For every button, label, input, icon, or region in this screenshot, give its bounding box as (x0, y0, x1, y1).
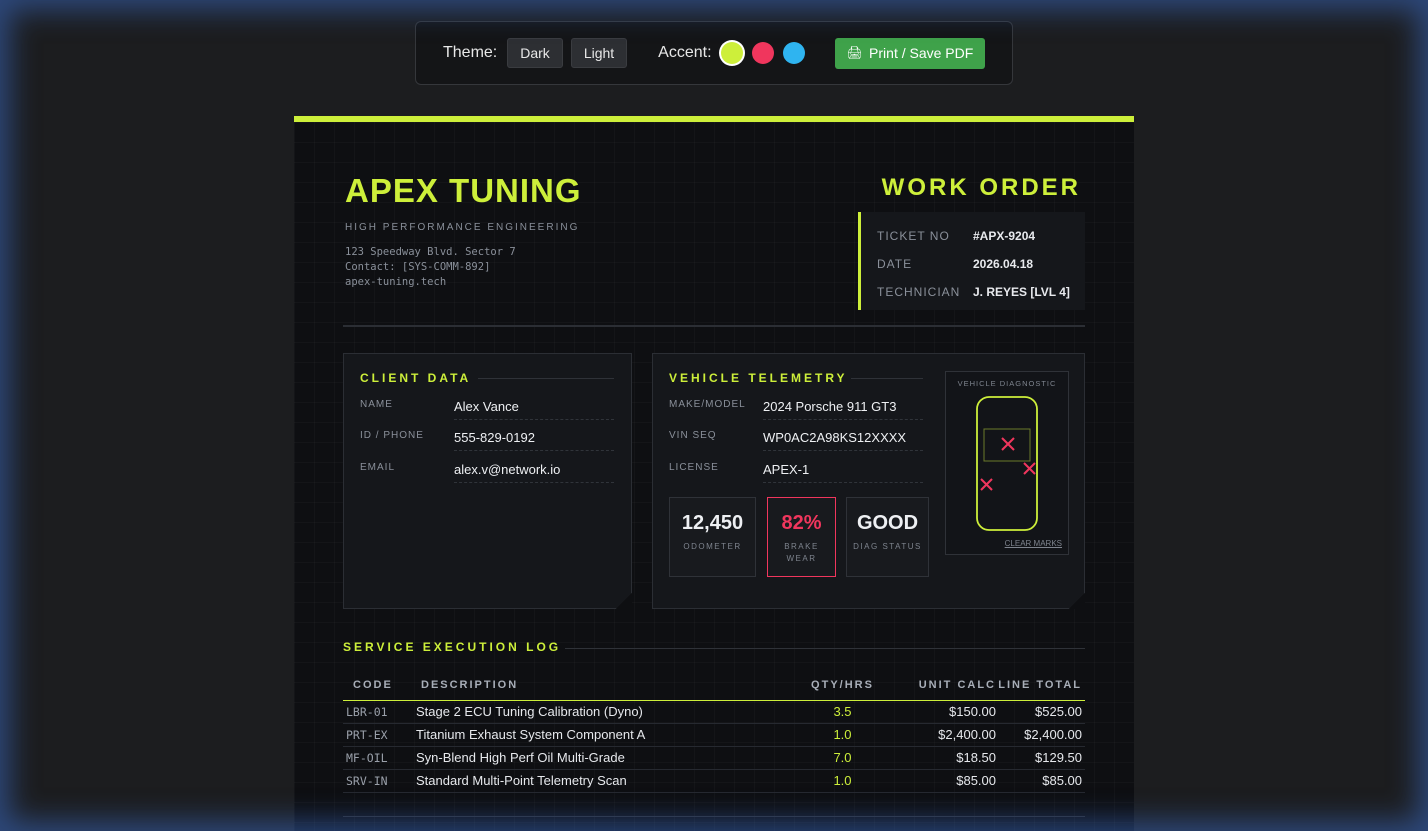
accent-swatch-lime[interactable] (720, 42, 743, 64)
client-phone-label: ID / PHONE (360, 430, 424, 441)
row-unit: $150.00 (899, 700, 996, 724)
row-description: Standard Multi-Point Telemetry Scan (416, 769, 786, 793)
row-description: Titanium Exhaust System Component A (416, 723, 786, 747)
col-total-header: LINE TOTAL (996, 670, 1085, 701)
print-button[interactable]: 🖨 Print / Save PDF (834, 37, 986, 69)
row-code: SRV-IN (343, 769, 416, 793)
license-label: LICENSE (669, 462, 719, 473)
order-meta: TICKET NO #APX-9204 DATE 2026.04.18 TECH… (858, 212, 1085, 310)
vehicle-diagnostic-diagram[interactable]: VEHICLE DIAGNOSTIC CLEAR MARKS (945, 371, 1069, 555)
damage-mark-icon (1023, 462, 1036, 475)
technician-label: TECHNICIAN (877, 285, 961, 299)
ticket-number: #APX-9204 (973, 229, 1036, 243)
footer-divider (343, 816, 1085, 817)
brake-wear-stat: 82% BRAKE WEAR (767, 497, 836, 577)
row-qty: 1.0 (786, 723, 899, 747)
company-contact: Contact: [SYS-COMM-892] (345, 261, 491, 273)
client-email-value[interactable]: alex.v@network.io (454, 461, 614, 483)
row-code: MF-OIL (343, 746, 416, 770)
vin-value[interactable]: WP0AC2A98KS12XXXX (763, 429, 923, 451)
dark-theme-button[interactable]: Dark (507, 38, 563, 68)
clear-marks-link[interactable]: CLEAR MARKS (1005, 539, 1062, 548)
client-panel: CLIENT DATA NAME Alex Vance ID / PHONE 5… (343, 353, 632, 609)
row-total: $129.50 (996, 746, 1085, 770)
print-button-label: Print / Save PDF (869, 45, 974, 61)
col-unit-header: UNIT CALC (899, 670, 996, 701)
license-value[interactable]: APEX-1 (763, 461, 923, 483)
brake-wear-label: BRAKE WEAR (784, 542, 819, 563)
client-phone-value[interactable]: 555-829-0192 (454, 429, 614, 451)
document-title: WORK ORDER (881, 174, 1081, 201)
diag-status-stat: GOOD DIAG STATUS (846, 497, 929, 577)
brand-name: APEX TUNING (345, 172, 582, 209)
brake-wear-value: 82% (781, 512, 822, 534)
vehicle-model-value[interactable]: 2024 Porsche 911 GT3 (763, 398, 923, 420)
diag-status-label: DIAG STATUS (853, 542, 922, 551)
header-divider (343, 325, 1085, 327)
col-desc-header: DESCRIPTION (416, 670, 786, 701)
table-row: SRV-IN Standard Multi-Point Telemetry Sc… (343, 769, 1085, 793)
vehicle-title-rule (851, 378, 923, 379)
odometer-value: 12,450 (681, 512, 744, 534)
theme-label: Theme: (443, 44, 498, 61)
company-address: 123 Speedway Blvd. Sector 7 (345, 246, 516, 258)
row-description: Stage 2 ECU Tuning Calibration (Dyno) (416, 700, 786, 724)
client-name-label: NAME (360, 399, 393, 410)
row-unit: $18.50 (899, 746, 996, 770)
row-code: LBR-01 (343, 700, 416, 724)
company-website: apex-tuning.tech (345, 276, 447, 288)
odometer-stat: 12,450 ODOMETER (669, 497, 756, 577)
client-panel-title: CLIENT DATA (360, 371, 472, 385)
row-qty: 7.0 (786, 746, 899, 770)
company-address-block: 123 Speedway Blvd. Sector 7 Contact: [SY… (345, 245, 516, 290)
odometer-label: ODOMETER (683, 542, 742, 551)
accent-label: Accent: (658, 44, 712, 61)
table-row: LBR-01 Stage 2 ECU Tuning Calibration (D… (343, 700, 1085, 724)
vehicle-panel: VEHICLE TELEMETRY MAKE/MODEL 2024 Porsch… (652, 353, 1085, 609)
toolbar: Theme: Dark Light Accent: 🖨 Print / Save… (415, 21, 1013, 85)
light-theme-button[interactable]: Light (570, 38, 628, 68)
col-code-header: CODE (343, 670, 416, 701)
printer-icon: 🖨 (846, 45, 864, 60)
service-log-title: SERVICE EXECUTION LOG (343, 640, 562, 654)
col-qty-header: QTY/HRS (786, 670, 899, 701)
accent-swatch-blue[interactable] (782, 42, 805, 64)
accent-swatch-red[interactable] (751, 42, 774, 64)
row-unit: $85.00 (899, 769, 996, 793)
diag-status-value: GOOD (856, 512, 919, 534)
order-date: 2026.04.18 (973, 257, 1034, 271)
row-code: PRT-EX (343, 723, 416, 747)
brand-tagline: HIGH PERFORMANCE ENGINEERING (345, 222, 580, 233)
row-unit: $2,400.00 (899, 723, 996, 747)
row-total: $525.00 (996, 700, 1085, 724)
client-name-value[interactable]: Alex Vance (454, 398, 614, 420)
vehicle-model-label: MAKE/MODEL (669, 399, 746, 410)
date-label: DATE (877, 257, 913, 271)
service-log-table: CODE DESCRIPTION QTY/HRS UNIT CALC LINE … (343, 670, 1085, 793)
work-order-sheet: APEX TUNING HIGH PERFORMANCE ENGINEERING… (294, 116, 1134, 831)
technician-name: J. REYES [LVL 4] (973, 285, 1070, 299)
client-email-label: EMAIL (360, 462, 396, 473)
table-row: MF-OIL Syn-Blend High Perf Oil Multi-Gra… (343, 746, 1085, 770)
row-qty: 3.5 (786, 700, 899, 724)
service-log-rule (565, 648, 1085, 649)
vehicle-panel-title: VEHICLE TELEMETRY (669, 371, 848, 385)
damage-mark-icon (980, 478, 993, 491)
car-outline-icon (976, 396, 1038, 531)
ticket-label: TICKET NO (877, 229, 950, 243)
row-description: Syn-Blend High Perf Oil Multi-Grade (416, 746, 786, 770)
row-total: $2,400.00 (996, 723, 1085, 747)
table-header-row: CODE DESCRIPTION QTY/HRS UNIT CALC LINE … (343, 670, 1085, 701)
damage-mark-icon (1001, 437, 1015, 451)
client-title-rule (478, 378, 614, 379)
row-qty: 1.0 (786, 769, 899, 793)
table-row: PRT-EX Titanium Exhaust System Component… (343, 723, 1085, 747)
vin-label: VIN SEQ (669, 430, 717, 441)
row-total: $85.00 (996, 769, 1085, 793)
